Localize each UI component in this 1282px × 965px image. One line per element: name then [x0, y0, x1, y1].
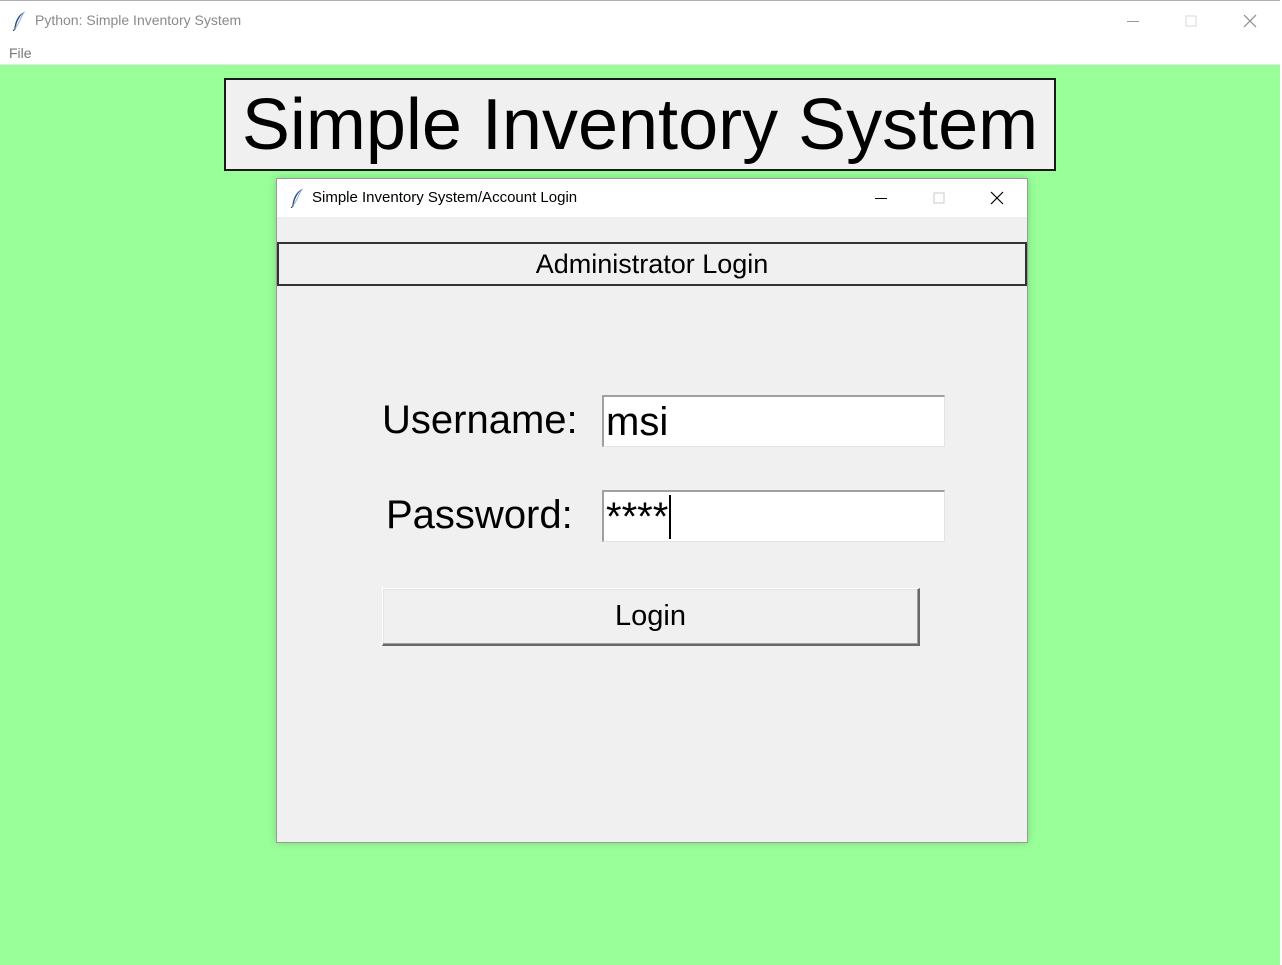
minimize-icon: [1127, 21, 1139, 22]
close-icon: [1243, 14, 1257, 28]
password-label: Password:: [386, 493, 573, 537]
feather-icon: [290, 188, 303, 208]
app-banner-title: Simple Inventory System: [224, 78, 1056, 171]
dialog-minimize-button[interactable]: [852, 179, 910, 217]
username-label: Username:: [382, 398, 578, 442]
text-caret: [669, 494, 672, 539]
window-title: Python: Simple Inventory System: [35, 12, 242, 28]
username-value: msi: [606, 399, 669, 444]
password-input[interactable]: ****: [602, 490, 945, 542]
minimize-icon: [875, 198, 887, 199]
menu-file[interactable]: File: [9, 45, 32, 61]
login-button[interactable]: Login: [382, 588, 920, 646]
login-dialog: Simple Inventory System/Account Login Ad…: [276, 178, 1028, 843]
close-icon: [990, 191, 1004, 205]
minimize-button[interactable]: [1104, 1, 1162, 41]
password-value: ****: [606, 494, 669, 539]
feather-icon: [12, 11, 25, 31]
close-button[interactable]: [1221, 1, 1279, 41]
username-input[interactable]: msi: [602, 395, 945, 447]
menubar: File: [0, 41, 1280, 65]
administrator-login-header: Administrator Login: [277, 242, 1027, 286]
maximize-button[interactable]: [1162, 1, 1220, 41]
maximize-icon: [1185, 15, 1197, 27]
dialog-title: Simple Inventory System/Account Login: [312, 189, 578, 206]
dialog-close-button[interactable]: [968, 179, 1026, 217]
dialog-titlebar[interactable]: Simple Inventory System/Account Login: [277, 179, 1027, 217]
maximize-icon: [933, 192, 945, 204]
dialog-maximize-button[interactable]: [910, 179, 968, 217]
main-titlebar[interactable]: Python: Simple Inventory System: [0, 1, 1280, 41]
